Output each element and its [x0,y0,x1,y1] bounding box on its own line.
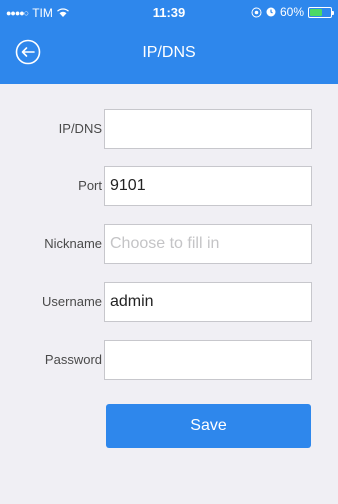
nickname-input[interactable] [104,224,312,264]
lock-rotation-icon [251,7,262,17]
username-input[interactable] [104,282,312,322]
username-row: Username [0,282,338,322]
app-header: ●●●●○ TIM 11:39 60% IP/DNS [0,0,338,84]
page-title: IP/DNS [142,44,196,61]
password-label: Password [44,352,102,367]
battery-percent: 60% [279,5,304,19]
nickname-label: Nickname [44,236,102,251]
alarm-icon [266,7,276,17]
ipdns-row: IP/DNS [0,109,338,149]
status-bar: ●●●●○ TIM 11:39 60% [0,0,338,24]
nickname-row: Nickname [0,224,338,264]
password-input[interactable] [104,340,312,380]
battery-icon [308,6,334,18]
username-label: Username [42,294,102,309]
navigation-bar: IP/DNS [0,28,338,84]
port-input[interactable] [104,166,312,206]
save-button[interactable]: Save [106,404,311,448]
ipdns-input[interactable] [104,109,312,149]
password-row: Password [0,340,338,380]
ipdns-label: IP/DNS [58,121,102,136]
port-row: Port [0,166,338,206]
port-label: Port [78,178,102,193]
battery-level [310,8,322,16]
status-right: 60% [251,5,334,19]
